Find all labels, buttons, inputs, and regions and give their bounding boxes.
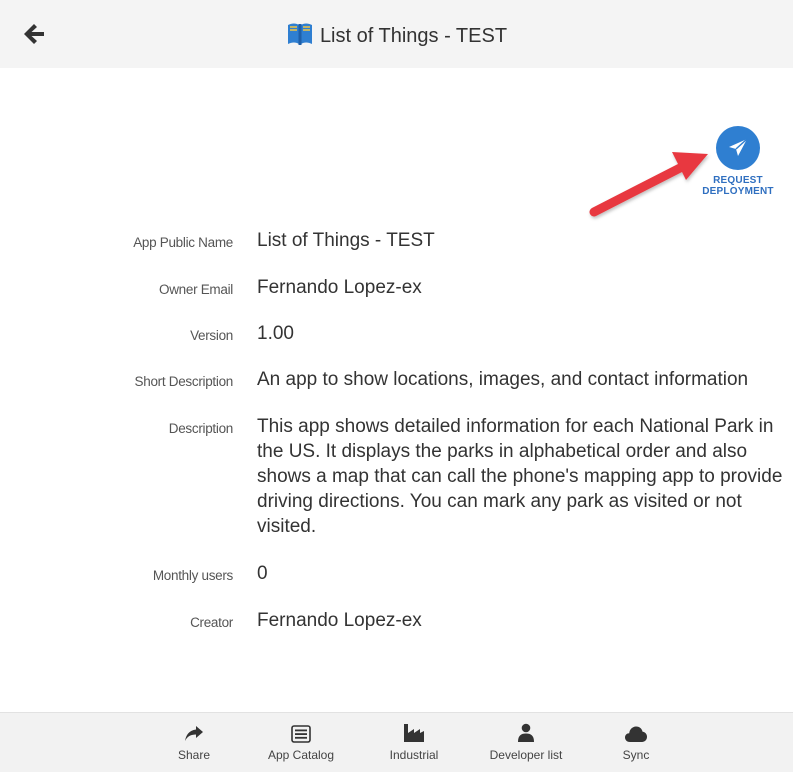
nav-share[interactable]: Share xyxy=(176,721,212,762)
detail-value: An app to show locations, images, and co… xyxy=(257,369,749,390)
detail-label: Monthly users xyxy=(152,568,233,583)
page-title-wrap: List of Things - TEST xyxy=(0,22,793,48)
detail-label: Short Description xyxy=(134,374,234,389)
detail-label: Owner Email xyxy=(159,282,233,297)
app-details: App Public Name List of Things - TEST Ow… xyxy=(0,228,793,655)
nav-app-catalog[interactable]: App Catalog xyxy=(262,721,340,762)
detail-value: 1.00 xyxy=(257,323,294,344)
detail-value: This app shows detailed information for … xyxy=(257,416,783,537)
detail-row-app-public-name: App Public Name List of Things - TEST xyxy=(0,228,793,253)
detail-label: Creator xyxy=(190,615,233,630)
page-title: List of Things - TEST xyxy=(319,25,508,47)
detail-value: Fernando Lopez-ex xyxy=(257,610,422,631)
detail-row-description: Description This app shows detailed info… xyxy=(0,414,793,539)
detail-row-creator: Creator Fernando Lopez-ex xyxy=(0,608,793,633)
detail-row-owner-email: Owner Email Fernando Lopez-ex xyxy=(0,275,793,300)
nav-sync[interactable]: Sync xyxy=(618,721,654,762)
detail-label: Version xyxy=(190,328,233,343)
paper-plane-icon xyxy=(716,126,760,170)
bottom-nav: Share App Catalog Industrial Developer l… xyxy=(0,712,793,772)
user-icon xyxy=(478,721,574,743)
detail-value: Fernando Lopez-ex xyxy=(257,277,422,298)
nav-developer-list[interactable]: Developer list xyxy=(478,721,574,762)
list-alt-icon xyxy=(262,721,340,743)
nav-industrial[interactable]: Industrial xyxy=(381,721,447,762)
detail-row-monthly-users: Monthly users 0 xyxy=(0,561,793,586)
cloud-icon xyxy=(618,721,654,743)
share-icon xyxy=(176,721,212,743)
request-deployment-button[interactable]: REQUEST DEPLOYMENT xyxy=(690,126,786,197)
detail-label: App Public Name xyxy=(133,235,233,250)
book-icon xyxy=(286,22,314,46)
header-bar: List of Things - TEST xyxy=(0,0,793,68)
detail-value: List of Things - TEST xyxy=(257,230,435,251)
request-deployment-label: REQUEST DEPLOYMENT xyxy=(702,175,774,197)
detail-row-short-description: Short Description An app to show locatio… xyxy=(0,367,793,392)
detail-value: 0 xyxy=(257,563,268,584)
detail-label: Description xyxy=(168,421,234,436)
industry-icon xyxy=(381,721,447,743)
detail-row-version: Version 1.00 xyxy=(0,321,793,346)
